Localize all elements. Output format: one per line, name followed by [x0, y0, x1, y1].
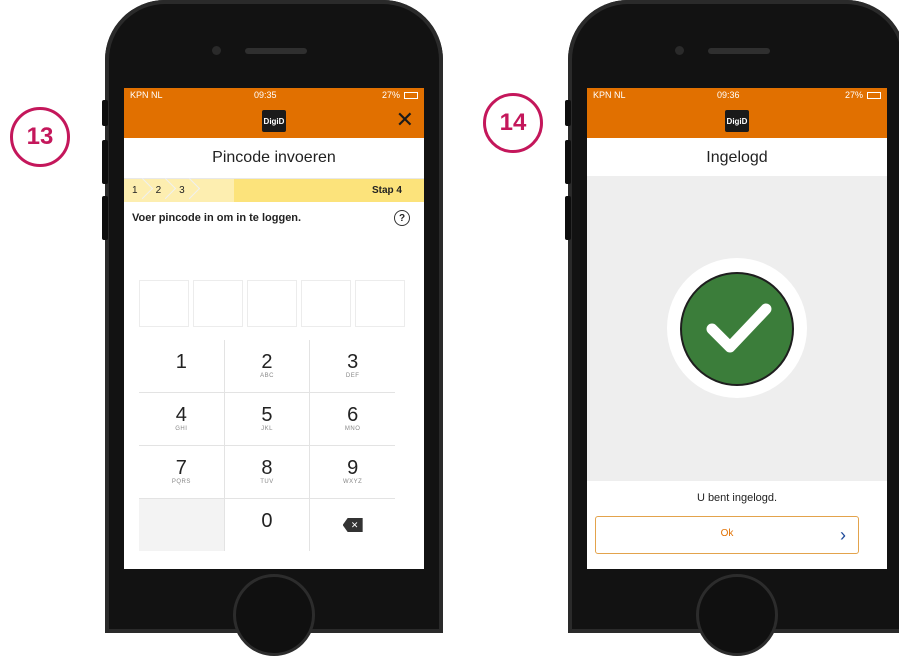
key-6[interactable]: 6 MNO	[310, 393, 395, 445]
step-1: 1	[124, 185, 148, 196]
close-icon[interactable]: ✕	[396, 107, 414, 133]
battery-icon	[404, 92, 418, 99]
key-3[interactable]: 3 DEF	[310, 340, 395, 392]
camera-icon	[212, 46, 221, 55]
speaker-grille	[245, 48, 307, 54]
pin-digit-1[interactable]	[139, 280, 189, 327]
digid-logo: DigiD	[725, 110, 749, 132]
carrier-label: KPN NL	[130, 90, 163, 100]
pincode-screen: KPN NL 09:35 27% DigiD ✕ Pincode invoere…	[124, 88, 424, 569]
key-8[interactable]: 8 TUV	[224, 446, 310, 498]
current-step: Stap 4	[371, 185, 402, 196]
status-bar: KPN NL 09:35 27%	[124, 88, 424, 104]
ok-button[interactable]: Ok ›	[595, 516, 859, 554]
status-time: 09:36	[717, 90, 740, 100]
camera-icon	[675, 46, 684, 55]
key-empty	[139, 499, 224, 551]
app-bar: DigiD	[587, 104, 887, 138]
chevron-right-icon: ›	[840, 525, 846, 545]
home-button[interactable]	[233, 574, 315, 656]
speaker-grille	[708, 48, 770, 54]
digid-logo: DigiD	[262, 110, 286, 132]
key-4[interactable]: 4 GHI	[139, 393, 224, 445]
home-button[interactable]	[696, 574, 778, 656]
key-2[interactable]: 2 ABC	[224, 340, 310, 392]
pin-digit-3[interactable]	[247, 280, 297, 327]
page-title: Ingelogd	[587, 138, 887, 179]
battery-label: 27%	[381, 90, 400, 100]
instruction-text: Voer pincode in om in te loggen.	[132, 212, 302, 224]
logged-in-screen: KPN NL 09:36 27% DigiD Ingelogd U bent i…	[587, 88, 887, 569]
step-2: 2	[148, 185, 172, 196]
success-message: U bent ingelogd.	[696, 492, 778, 504]
numeric-keypad: 1 2 ABC 3 DEF 4 GHI 5 JKL 6 MNO 7 PQRS 8 TUV 9W…	[139, 340, 395, 551]
pin-fields	[139, 280, 405, 327]
phone-left: KPN NL 09:35 27% DigiD ✕ Pincode invoere…	[102, 0, 443, 656]
pin-digit-5[interactable]	[355, 280, 405, 327]
pin-digit-4[interactable]	[301, 280, 351, 327]
checkmark-icon	[680, 272, 794, 386]
step-badge-13: 13	[10, 107, 70, 167]
key-5[interactable]: 5 JKL	[224, 393, 310, 445]
battery-label: 27%	[844, 90, 863, 100]
help-icon[interactable]: ?	[394, 210, 410, 226]
carrier-label: KPN NL	[593, 90, 626, 100]
step-3: 3	[171, 185, 195, 196]
step-indicator: 1 2 3 Stap 4	[124, 179, 424, 202]
pin-digit-2[interactable]	[193, 280, 243, 327]
phone-right: KPN NL 09:36 27% DigiD Ingelogd U bent i…	[565, 0, 899, 656]
step-badge-14: 14	[483, 93, 543, 153]
key-7[interactable]: 7 PQRS	[139, 446, 224, 498]
status-bar: KPN NL 09:36 27%	[587, 88, 887, 104]
app-bar: DigiD ✕	[124, 104, 424, 138]
backspace-key[interactable]: ✕	[310, 499, 395, 551]
status-time: 09:35	[254, 90, 277, 100]
backspace-icon: ✕	[342, 518, 363, 532]
battery-icon	[867, 92, 881, 99]
instruction-row: Voer pincode in om in te loggen. ?	[124, 202, 424, 234]
ok-button-label: Ok	[720, 528, 734, 539]
key-9[interactable]: 9 WXYZ	[310, 446, 395, 498]
page-title: Pincode invoeren	[124, 138, 424, 179]
key-0[interactable]: 0	[224, 499, 310, 551]
key-1[interactable]: 1	[139, 340, 224, 392]
